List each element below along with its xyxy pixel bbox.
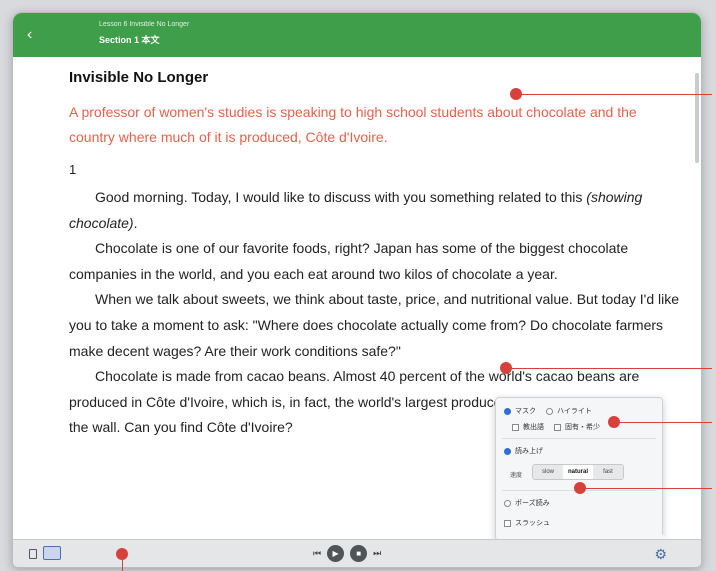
option-b-checkbox[interactable] (554, 423, 561, 431)
app-header: ‹ Lesson 6 Invisible No Longer Section 1… (13, 13, 701, 57)
intro-text[interactable]: A professor of women's studies is speaki… (69, 100, 679, 150)
paragraph[interactable]: When we talk about sweets, we think abou… (69, 287, 679, 364)
pause-row: ポーズ読み (504, 498, 550, 508)
highlight-radio[interactable] (546, 407, 553, 415)
play-icon[interactable]: ▶ (327, 545, 345, 562)
callout-leader-line (620, 422, 712, 423)
stop-icon[interactable]: ■ (350, 545, 368, 562)
read-aloud-row: 読み上げ (504, 446, 543, 456)
gear-icon[interactable]: ⚙ (654, 546, 667, 563)
divider (502, 438, 656, 439)
callout-leader-line (512, 368, 712, 369)
speed-fast-button[interactable]: fast (593, 465, 623, 479)
spread-view-icon[interactable] (43, 546, 61, 560)
settings-popup: マスク ハイライト 教出語 固有・希少 読み上げ 速度 slow natural… (495, 397, 663, 541)
tablet-frame: ‹ Lesson 6 Invisible No Longer Section 1… (12, 12, 702, 568)
paragraph[interactable]: Good morning. Today, I would like to dis… (69, 185, 679, 236)
callout-leader-line (122, 560, 123, 571)
section-title: Section 1 本文 (99, 35, 160, 45)
previous-icon[interactable]: ⏮ (313, 548, 321, 559)
speed-selector[interactable]: slow natural fast (532, 464, 624, 480)
highlight-label: ハイライト (557, 408, 592, 415)
option-a-checkbox[interactable] (512, 423, 519, 431)
slash-row: スラッシュ (504, 518, 550, 528)
slash-label: スラッシュ (515, 520, 550, 527)
option-a-label: 教出語 (523, 424, 544, 431)
pause-radio[interactable] (504, 499, 511, 507)
scrollbar[interactable] (695, 73, 699, 163)
read-aloud-radio[interactable] (504, 447, 511, 455)
slash-checkbox[interactable] (504, 519, 511, 527)
read-aloud-label: 読み上げ (515, 448, 543, 455)
lesson-breadcrumb: Lesson 6 Invisible No Longer (99, 21, 190, 28)
callout-marker (510, 88, 522, 100)
option-b-label: 固有・希少 (565, 424, 600, 431)
audio-controls: ⏮ ▶ ■ ⏭ (313, 545, 381, 562)
lesson-title: Invisible No Longer (69, 69, 209, 86)
back-chevron-icon[interactable]: ‹ (27, 26, 45, 44)
callout-marker (116, 548, 128, 560)
speed-natural-button[interactable]: natural (563, 465, 593, 479)
single-page-icon[interactable] (29, 549, 37, 559)
display-mode-row: マスク ハイライト (504, 406, 592, 416)
callout-leader-line (522, 94, 712, 95)
speed-slow-button[interactable]: slow (533, 465, 563, 479)
callout-marker (608, 416, 620, 428)
mask-label: マスク (515, 408, 536, 415)
paragraph[interactable]: Chocolate is one of our favorite foods, … (69, 236, 679, 287)
mask-radio[interactable] (504, 407, 511, 415)
callout-marker (574, 482, 586, 494)
section-number: 1 (69, 162, 77, 177)
mask-options-row: 教出語 固有・希少 (512, 422, 600, 432)
speed-label: 速度 (510, 473, 523, 479)
callout-leader-line (586, 488, 712, 489)
pause-label: ポーズ読み (515, 500, 550, 507)
reading-content: Invisible No Longer A professor of women… (69, 69, 679, 441)
next-icon[interactable]: ⏭ (373, 548, 381, 559)
callout-marker (500, 362, 512, 374)
